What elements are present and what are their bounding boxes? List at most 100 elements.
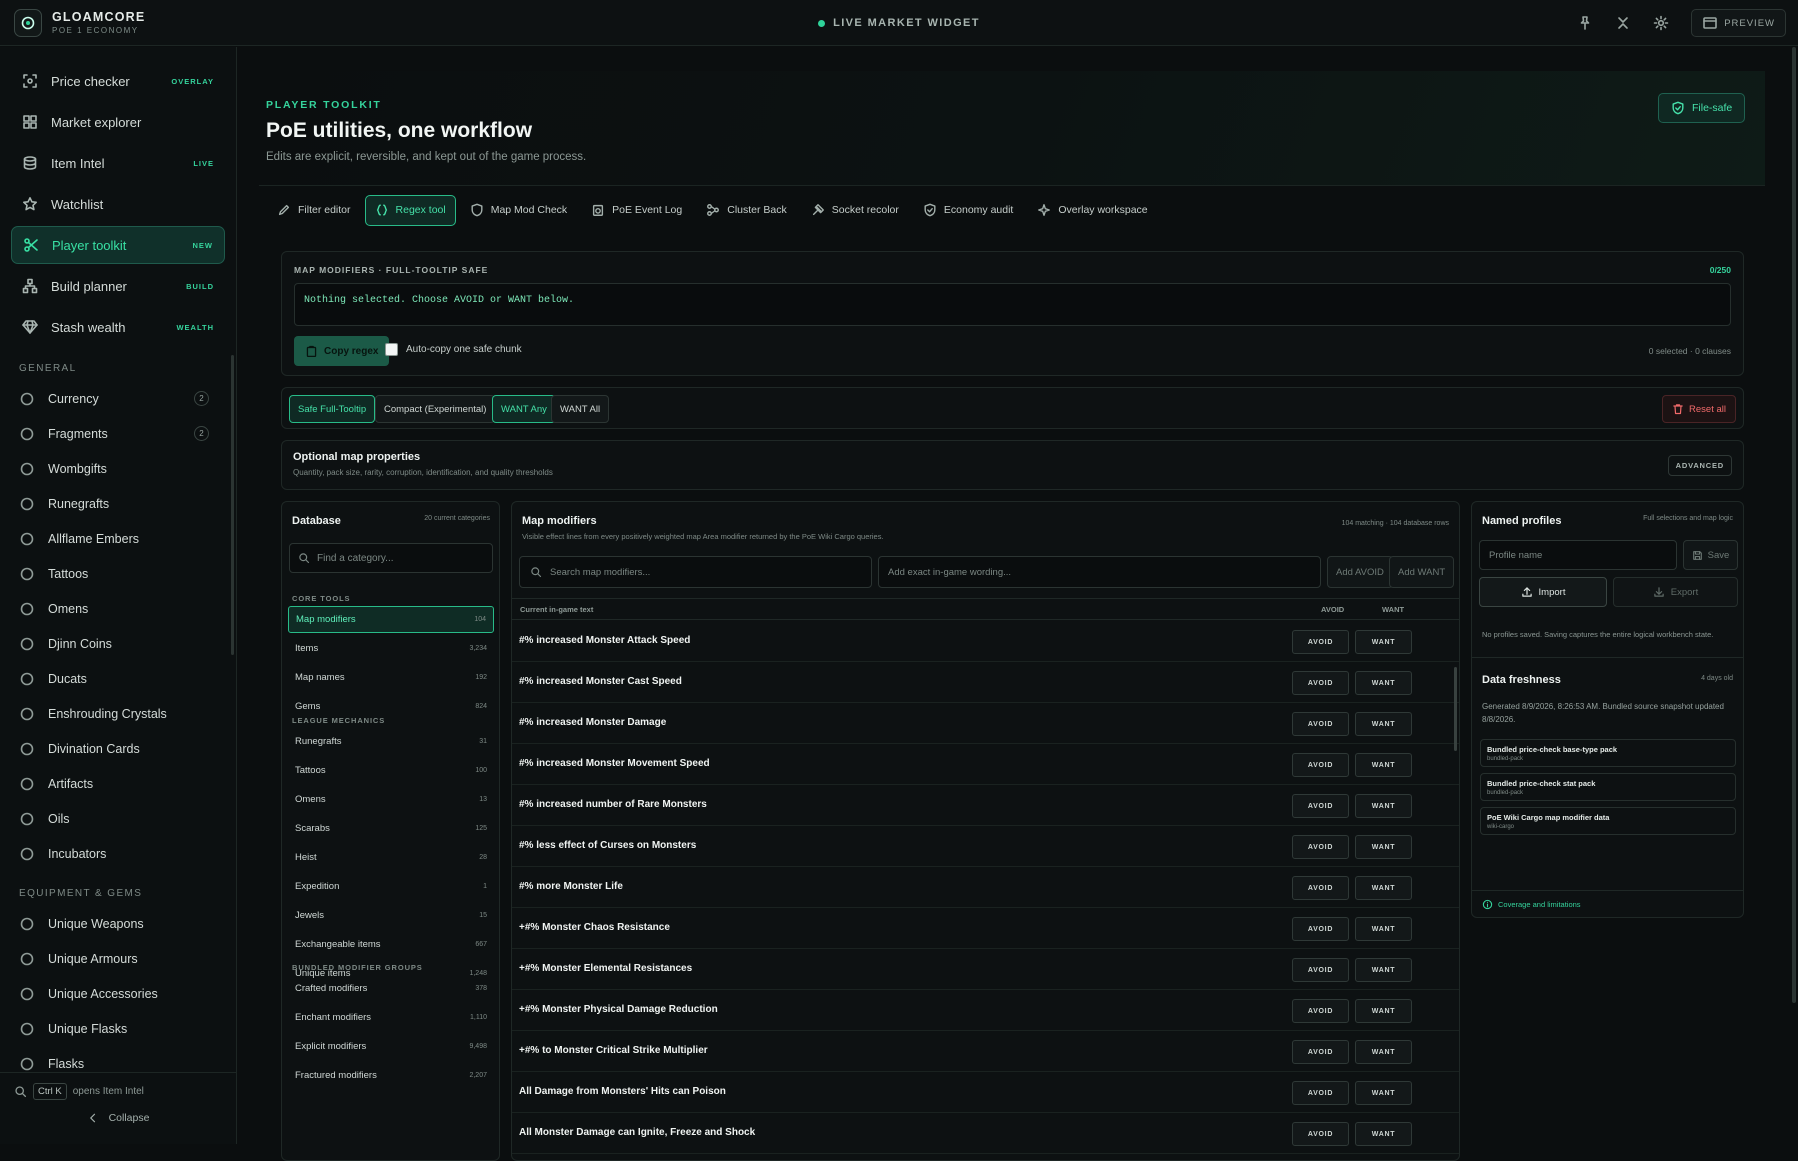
collapse-arrows-icon[interactable] bbox=[1615, 15, 1631, 31]
avoid-button[interactable]: AVOID bbox=[1292, 630, 1349, 654]
category-item[interactable]: Ducats bbox=[0, 661, 236, 696]
database-row[interactable]: Tattoos 100 bbox=[288, 757, 494, 784]
category-item[interactable]: Djinn Coins bbox=[0, 626, 236, 661]
database-row[interactable]: Enchant modifiers 1,110 bbox=[288, 1004, 494, 1031]
main-scrollbar[interactable] bbox=[1792, 47, 1796, 1003]
avoid-button[interactable]: AVOID bbox=[1292, 958, 1349, 982]
want-button[interactable]: WANT bbox=[1355, 999, 1412, 1023]
database-row[interactable]: Map names 192 bbox=[288, 664, 494, 691]
sidebar-scrollbar[interactable] bbox=[231, 355, 234, 655]
database-row[interactable]: Scarabs 125 bbox=[288, 815, 494, 842]
avoid-button[interactable]: AVOID bbox=[1292, 1081, 1349, 1105]
tab-cluster-back[interactable]: Cluster Back bbox=[696, 195, 797, 226]
want-button[interactable]: WANT bbox=[1355, 917, 1412, 941]
category-item[interactable]: Wombgifts bbox=[0, 451, 236, 486]
nav-item-market-explorer[interactable]: Market explorer bbox=[11, 103, 225, 141]
want-button[interactable]: WANT bbox=[1355, 630, 1412, 654]
want-button[interactable]: WANT bbox=[1355, 712, 1412, 736]
want-button[interactable]: WANT bbox=[1355, 876, 1412, 900]
nav-item-item-intel[interactable]: Item Intel LIVE bbox=[11, 144, 225, 182]
modifier-list-scrollbar[interactable] bbox=[1454, 667, 1457, 751]
category-item[interactable]: Oils bbox=[0, 801, 236, 836]
coverage-link[interactable]: Coverage and limitations bbox=[1482, 899, 1581, 910]
database-row[interactable]: Fractured modifiers 2,207 bbox=[288, 1062, 494, 1089]
want-button[interactable]: WANT bbox=[1355, 671, 1412, 695]
tab-map-mod-check[interactable]: Map Mod Check bbox=[460, 195, 577, 226]
profile-name-input[interactable]: Profile name bbox=[1479, 540, 1677, 570]
database-row[interactable]: Runegrafts 31 bbox=[288, 728, 494, 755]
advanced-button[interactable]: ADVANCED bbox=[1667, 455, 1732, 476]
nav-item-player-toolkit[interactable]: Player toolkit NEW bbox=[11, 226, 225, 264]
equipment-item[interactable]: Unique Flasks bbox=[0, 1011, 236, 1046]
want-button[interactable]: WANT bbox=[1355, 835, 1412, 859]
nav-item-build-planner[interactable]: Build planner BUILD bbox=[11, 267, 225, 305]
tab-filter-editor[interactable]: Filter editor bbox=[267, 195, 361, 226]
want-button[interactable]: WANT bbox=[1355, 1122, 1412, 1146]
avoid-button[interactable]: AVOID bbox=[1292, 917, 1349, 941]
want-button[interactable]: WANT bbox=[1355, 958, 1412, 982]
database-row[interactable]: Crafted modifiers 378 bbox=[288, 975, 494, 1002]
tab-regex-tool[interactable]: Regex tool bbox=[364, 194, 456, 226]
nav-item-watchlist[interactable]: Watchlist bbox=[11, 185, 225, 223]
category-item[interactable]: Fragments 2 bbox=[0, 416, 236, 451]
category-item[interactable]: Divination Cards bbox=[0, 731, 236, 766]
regex-output[interactable]: Nothing selected. Choose AVOID or WANT b… bbox=[294, 283, 1731, 326]
category-search-input[interactable]: Find a category... bbox=[289, 543, 493, 573]
tab-poe-event-log[interactable]: PoE Event Log bbox=[581, 195, 692, 226]
category-item[interactable]: Artifacts bbox=[0, 766, 236, 801]
save-profile-button[interactable]: Save bbox=[1683, 540, 1738, 570]
avoid-button[interactable]: AVOID bbox=[1292, 671, 1349, 695]
preview-button[interactable]: PREVIEW bbox=[1691, 9, 1786, 37]
database-row[interactable]: Heist 28 bbox=[288, 844, 494, 871]
pin-icon[interactable] bbox=[1577, 15, 1593, 31]
database-row[interactable]: Map modifiers 104 bbox=[288, 606, 494, 633]
avoid-button[interactable]: AVOID bbox=[1292, 876, 1349, 900]
avoid-button[interactable]: AVOID bbox=[1292, 835, 1349, 859]
exact-wording-input[interactable]: Add exact in-game wording... bbox=[878, 556, 1321, 588]
safe-full-tooltip-button[interactable]: Safe Full-Tooltip bbox=[289, 395, 376, 423]
modifier-search-input[interactable]: Search map modifiers... bbox=[519, 556, 872, 588]
import-button[interactable]: Import bbox=[1479, 577, 1607, 607]
collapse-button[interactable]: Collapse bbox=[0, 1112, 236, 1124]
category-item[interactable]: Allflame Embers bbox=[0, 521, 236, 556]
database-row[interactable]: Expedition 1 bbox=[288, 873, 494, 900]
avoid-button[interactable]: AVOID bbox=[1292, 753, 1349, 777]
avoid-button[interactable]: AVOID bbox=[1292, 1122, 1349, 1146]
category-item[interactable]: Runegrafts bbox=[0, 486, 236, 521]
category-item[interactable]: Currency 2 bbox=[0, 381, 236, 416]
want-all-button[interactable]: WANT All bbox=[551, 395, 610, 423]
add-want-button[interactable]: Add WANT bbox=[1389, 556, 1455, 588]
want-button[interactable]: WANT bbox=[1355, 753, 1412, 777]
category-item[interactable]: Tattoos bbox=[0, 556, 236, 591]
want-button[interactable]: WANT bbox=[1355, 1040, 1412, 1064]
database-row[interactable]: Explicit modifiers 9,498 bbox=[288, 1033, 494, 1060]
equipment-item[interactable]: Unique Accessories bbox=[0, 976, 236, 1011]
want-button[interactable]: WANT bbox=[1355, 1081, 1412, 1105]
nav-item-price-checker[interactable]: Price checker OVERLAY bbox=[11, 62, 225, 100]
tab-economy-audit[interactable]: Economy audit bbox=[913, 195, 1023, 226]
category-item[interactable]: Incubators bbox=[0, 836, 236, 871]
export-button[interactable]: Export bbox=[1613, 577, 1738, 607]
database-row[interactable]: Omens 13 bbox=[288, 786, 494, 813]
avoid-button[interactable]: AVOID bbox=[1292, 999, 1349, 1023]
compact-mode-button[interactable]: Compact (Experimental) bbox=[375, 395, 496, 423]
optional-map-properties[interactable]: Optional map properties Quantity, pack s… bbox=[281, 440, 1744, 490]
want-any-button[interactable]: WANT Any bbox=[492, 395, 556, 423]
nav-item-stash-wealth[interactable]: Stash wealth WEALTH bbox=[11, 308, 225, 346]
avoid-button[interactable]: AVOID bbox=[1292, 1040, 1349, 1064]
auto-copy-checkbox[interactable] bbox=[385, 343, 398, 356]
equipment-item[interactable]: Unique Armours bbox=[0, 941, 236, 976]
database-row[interactable]: Jewels 15 bbox=[288, 902, 494, 929]
reset-all-button[interactable]: Reset all bbox=[1662, 395, 1736, 423]
database-row[interactable]: Items 3,234 bbox=[288, 635, 494, 662]
avoid-button[interactable]: AVOID bbox=[1292, 794, 1349, 818]
equipment-item[interactable]: Unique Weapons bbox=[0, 906, 236, 941]
file-safe-badge[interactable]: File-safe bbox=[1658, 93, 1746, 123]
copy-regex-button[interactable]: Copy regex bbox=[294, 336, 390, 366]
add-avoid-button[interactable]: Add AVOID bbox=[1327, 556, 1393, 588]
category-item[interactable]: Enshrouding Crystals bbox=[0, 696, 236, 731]
avoid-button[interactable]: AVOID bbox=[1292, 712, 1349, 736]
tab-socket-recolor[interactable]: Socket recolor bbox=[801, 195, 909, 226]
gear-icon[interactable] bbox=[1653, 15, 1669, 31]
auto-copy-option[interactable]: Auto-copy one safe chunk bbox=[385, 343, 522, 356]
